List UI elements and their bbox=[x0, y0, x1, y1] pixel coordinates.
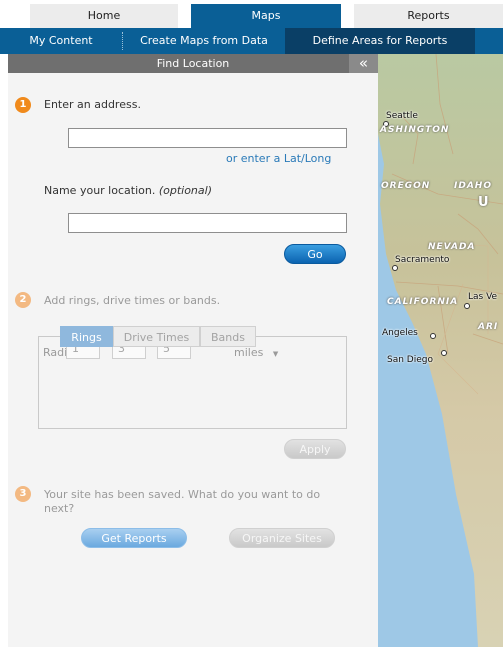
city-label: Las Ve bbox=[468, 292, 498, 302]
city-marker bbox=[464, 303, 470, 309]
state-label: IDAHO bbox=[454, 181, 492, 191]
step-1-badge: 1 bbox=[15, 97, 31, 113]
city-marker bbox=[430, 333, 436, 339]
city-label: Angeles bbox=[382, 328, 418, 338]
step-3-label: Your site has been saved. What do you wa… bbox=[44, 488, 321, 515]
step-2-label: Add rings, drive times or bands. bbox=[44, 294, 221, 307]
panel-title: Find Location bbox=[8, 54, 378, 73]
subnav-my-content[interactable]: My Content bbox=[0, 28, 122, 54]
city-marker bbox=[441, 350, 447, 356]
city-marker bbox=[392, 265, 398, 271]
chevron-down-icon: ▼ bbox=[272, 350, 279, 358]
map-view[interactable]: Seattle ASHINGTON OREGON IDAHO U NEVADA … bbox=[378, 54, 503, 647]
tab-home[interactable]: Home bbox=[30, 4, 178, 28]
tab-rings[interactable]: Rings bbox=[60, 326, 113, 347]
organize-sites-button[interactable]: Organize Sites bbox=[229, 528, 335, 548]
name-location-label: Name your location. (optional) bbox=[44, 184, 212, 197]
step-1-label: Enter an address. bbox=[44, 98, 141, 111]
name-location-text: Name your location. bbox=[44, 184, 156, 197]
collapse-panel-button[interactable]: « bbox=[349, 54, 378, 73]
tab-maps[interactable]: Maps bbox=[191, 4, 341, 28]
double-chevron-left-icon: « bbox=[358, 54, 369, 72]
tab-reports[interactable]: Reports bbox=[354, 4, 503, 28]
tab-drive-times[interactable]: Drive Times bbox=[113, 326, 200, 347]
state-label: OREGON bbox=[381, 181, 431, 191]
name-optional-text: (optional) bbox=[158, 184, 212, 197]
location-name-input[interactable] bbox=[68, 213, 347, 233]
subnav-define-areas[interactable]: Define Areas for Reports bbox=[285, 28, 475, 54]
step-3-badge: 3 bbox=[15, 486, 31, 502]
latlong-link[interactable]: or enter a Lat/Long bbox=[226, 152, 331, 165]
city-label: San Diego bbox=[387, 355, 433, 365]
city-label: Sacramento bbox=[395, 255, 450, 265]
state-label: U bbox=[478, 195, 490, 210]
state-label: NEVADA bbox=[428, 242, 476, 252]
step-2-badge: 2 bbox=[15, 292, 31, 308]
sub-navigation: My Content Create Maps from Data Define … bbox=[0, 28, 503, 54]
state-label: ARI bbox=[478, 322, 499, 332]
address-input[interactable] bbox=[68, 128, 347, 148]
subnav-create-maps[interactable]: Create Maps from Data bbox=[123, 28, 285, 54]
get-reports-button[interactable]: Get Reports bbox=[81, 528, 187, 548]
go-button[interactable]: Go bbox=[284, 244, 346, 264]
state-label: CALIFORNIA bbox=[387, 297, 459, 307]
state-label: ASHINGTON bbox=[380, 125, 450, 135]
city-label: Seattle bbox=[386, 111, 418, 121]
find-location-panel: Find Location « 1 Enter an address. or e… bbox=[8, 54, 378, 647]
top-navigation: Home Maps Reports bbox=[0, 0, 503, 28]
apply-button[interactable]: Apply bbox=[284, 439, 346, 459]
tab-bands[interactable]: Bands bbox=[200, 326, 256, 347]
